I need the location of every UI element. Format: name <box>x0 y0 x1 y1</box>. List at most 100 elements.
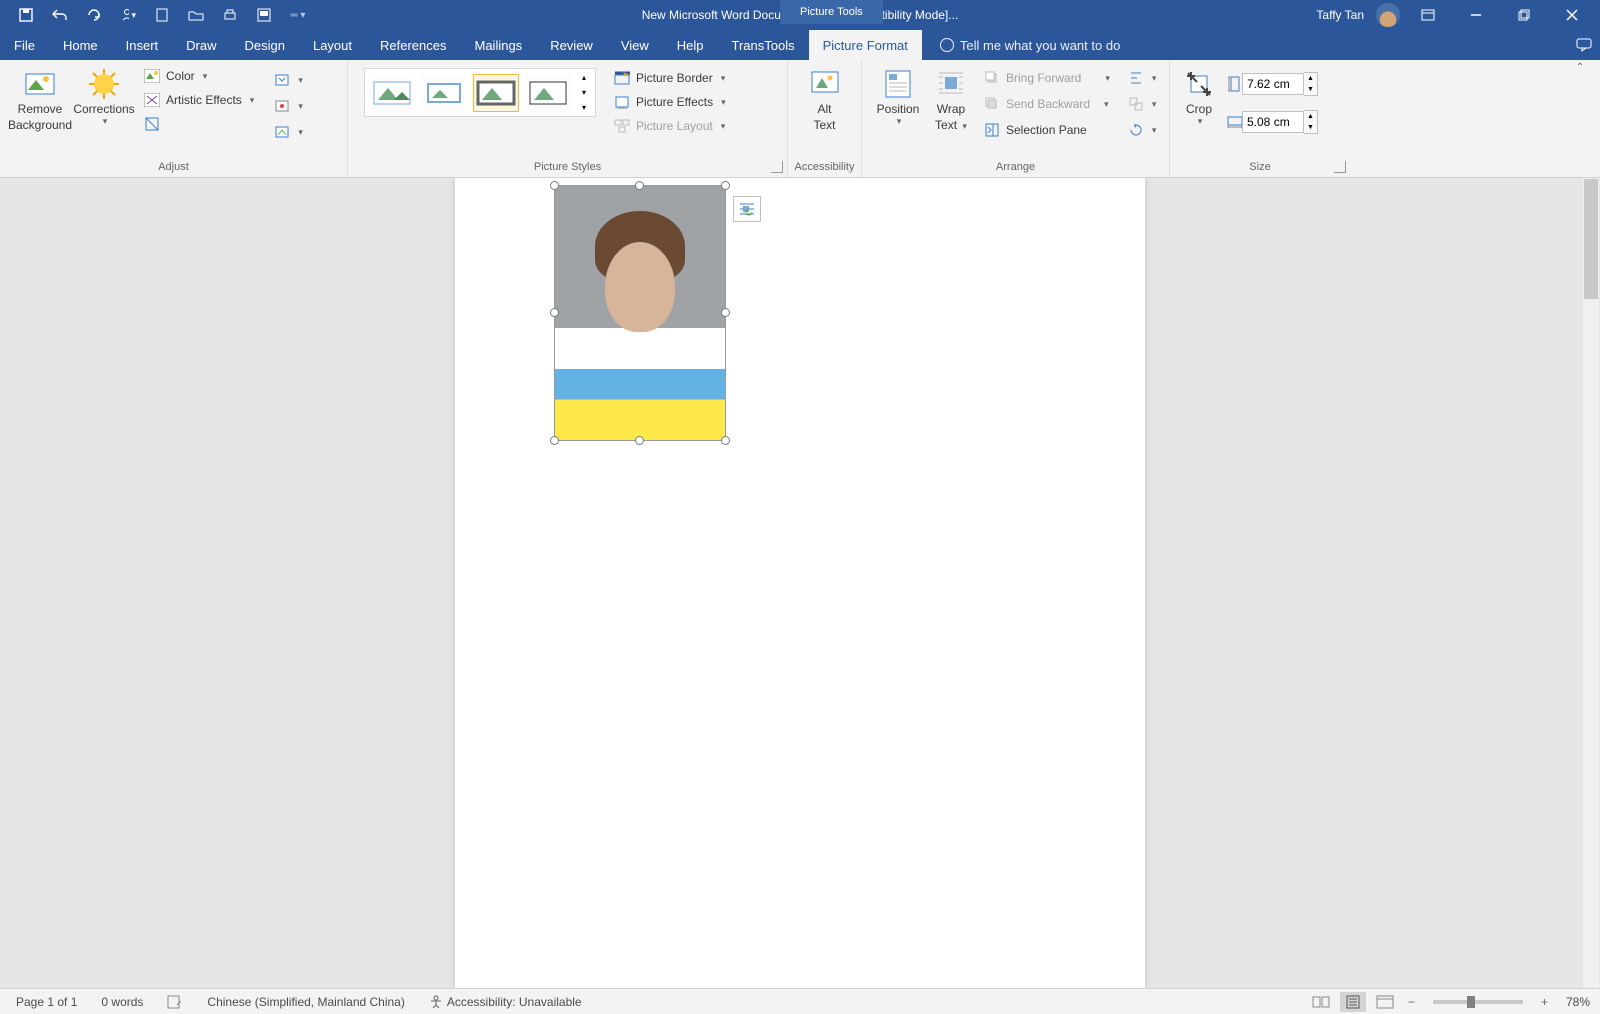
group-label-accessibility: Accessibility <box>788 161 861 173</box>
zoom-out-button[interactable]: − <box>1404 995 1419 1009</box>
tell-me-search[interactable]: Tell me what you want to do <box>922 30 1120 60</box>
group-label-arrange: Arrange <box>862 161 1169 173</box>
change-picture-button[interactable]: ▾ <box>270 96 307 116</box>
page-indicator[interactable]: Page 1 of 1 <box>16 995 77 1009</box>
style-thumb-3[interactable] <box>473 74 519 112</box>
ribbon-display-options-icon[interactable] <box>1408 1 1448 29</box>
user-name[interactable]: Taffy Tan <box>1316 8 1364 22</box>
tab-design[interactable]: Design <box>231 30 299 60</box>
bring-forward-button: Bring Forward ▾ <box>980 68 1114 88</box>
tab-review[interactable]: Review <box>536 30 607 60</box>
style-thumb-1[interactable] <box>369 74 415 112</box>
undo-icon[interactable] <box>52 7 68 23</box>
picture-border-icon <box>614 70 630 86</box>
print-layout-icon[interactable] <box>1340 992 1366 1012</box>
resize-handle-mr[interactable] <box>721 308 730 317</box>
alt-text-button[interactable]: Alt Text <box>798 66 852 133</box>
transparency-button[interactable] <box>140 114 258 134</box>
remove-background-button[interactable]: Remove Background <box>8 66 72 133</box>
resize-handle-bl[interactable] <box>550 436 559 445</box>
wrap-text-button[interactable]: Wrap Text ▾ <box>926 66 976 133</box>
spin-up-icon[interactable]: ▲ <box>1304 73 1317 84</box>
crop-button[interactable]: Crop▾ <box>1178 66 1220 127</box>
group-label-adjust: Adjust <box>0 161 347 173</box>
maximize-button[interactable] <box>1504 1 1544 29</box>
tab-transtools[interactable]: TransTools <box>718 30 809 60</box>
avatar[interactable] <box>1376 3 1400 27</box>
collapse-ribbon-icon[interactable]: ⌃ <box>1570 60 1590 74</box>
align-button[interactable]: ▾ <box>1124 68 1161 88</box>
width-spinner[interactable]: ▲▼ <box>1304 110 1318 134</box>
tab-draw[interactable]: Draw <box>172 30 230 60</box>
ribbon: Remove Background Corrections ▾ Color▾ A… <box>0 60 1600 178</box>
width-input[interactable]: 5.08 cm <box>1242 111 1304 133</box>
tab-help[interactable]: Help <box>663 30 718 60</box>
tab-picture-format[interactable]: Picture Format <box>809 30 922 60</box>
color-button[interactable]: Color▾ <box>140 66 258 86</box>
tab-insert[interactable]: Insert <box>112 30 173 60</box>
close-button[interactable] <box>1552 1 1592 29</box>
height-icon <box>1226 76 1242 92</box>
size-launcher[interactable] <box>1334 161 1346 173</box>
layout-options-button[interactable] <box>733 196 761 222</box>
zoom-slider-thumb[interactable] <box>1467 996 1475 1008</box>
rotate-button[interactable]: ▾ <box>1124 120 1161 140</box>
tab-references[interactable]: References <box>366 30 460 60</box>
page[interactable] <box>455 178 1145 988</box>
picture-border-button[interactable]: Picture Border▾ <box>610 68 730 88</box>
style-gallery-more[interactable]: ▴▾▾ <box>577 73 591 112</box>
word-count[interactable]: 0 words <box>101 995 143 1009</box>
resize-handle-tl[interactable] <box>550 181 559 190</box>
resize-handle-tm[interactable] <box>635 181 644 190</box>
tab-mailings[interactable]: Mailings <box>461 30 537 60</box>
spin-up-icon[interactable]: ▲ <box>1304 111 1317 122</box>
spell-check-icon[interactable] <box>167 995 183 1009</box>
scrollbar-thumb[interactable] <box>1584 179 1598 299</box>
reset-picture-button[interactable]: ▾ <box>270 122 307 142</box>
compress-pictures-button[interactable]: ▾ <box>270 70 307 90</box>
language-indicator[interactable]: Chinese (Simplified, Mainland China) <box>207 995 404 1009</box>
vertical-scrollbar[interactable] <box>1583 178 1599 988</box>
style-thumb-2[interactable] <box>421 74 467 112</box>
position-button[interactable]: Position▾ <box>870 66 926 127</box>
tab-file[interactable]: File <box>0 30 49 60</box>
web-layout-icon[interactable] <box>1372 992 1398 1012</box>
height-spinner[interactable]: ▲▼ <box>1304 72 1318 96</box>
print-preview-icon[interactable] <box>256 7 272 23</box>
new-doc-icon[interactable] <box>154 7 170 23</box>
read-mode-icon[interactable] <box>1308 992 1334 1012</box>
resize-handle-bm[interactable] <box>635 436 644 445</box>
tab-view[interactable]: View <box>607 30 663 60</box>
spin-down-icon[interactable]: ▼ <box>1304 122 1317 133</box>
selected-picture[interactable] <box>555 186 725 440</box>
open-icon[interactable] <box>188 7 204 23</box>
minimize-button[interactable] <box>1456 1 1496 29</box>
zoom-level[interactable]: 78% <box>1566 995 1590 1009</box>
transparency-icon <box>144 116 160 132</box>
width-field[interactable]: 5.08 cm ▲▼ <box>1226 110 1318 134</box>
resize-handle-tr[interactable] <box>721 181 730 190</box>
qat-more-icon[interactable]: ═ ▾ <box>290 7 306 23</box>
height-input[interactable]: 7.62 cm <box>1242 73 1304 95</box>
comments-icon[interactable] <box>1576 37 1592 53</box>
zoom-slider[interactable] <box>1433 1000 1523 1004</box>
corrections-button[interactable]: Corrections ▾ <box>72 66 136 127</box>
resize-handle-ml[interactable] <box>550 308 559 317</box>
artistic-effects-button[interactable]: Artistic Effects▾ <box>140 90 258 110</box>
zoom-in-button[interactable]: + <box>1537 995 1552 1009</box>
styles-launcher[interactable] <box>771 161 783 173</box>
style-thumb-4[interactable] <box>525 74 571 112</box>
resize-handle-br[interactable] <box>721 436 730 445</box>
height-field[interactable]: 7.62 cm ▲▼ <box>1226 72 1318 96</box>
redo-icon[interactable] <box>86 7 102 23</box>
spin-down-icon[interactable]: ▼ <box>1304 84 1317 95</box>
tab-layout[interactable]: Layout <box>299 30 366 60</box>
touch-mode-icon[interactable]: ▾ <box>120 7 136 23</box>
tab-home[interactable]: Home <box>49 30 112 60</box>
selection-pane-button[interactable]: Selection Pane <box>980 120 1114 140</box>
picture-effects-button[interactable]: Picture Effects▾ <box>610 92 730 112</box>
accessibility-status[interactable]: Accessibility: Unavailable <box>429 995 582 1009</box>
save-icon[interactable] <box>18 7 34 23</box>
quick-print-icon[interactable] <box>222 7 238 23</box>
corrections-icon <box>88 68 120 100</box>
